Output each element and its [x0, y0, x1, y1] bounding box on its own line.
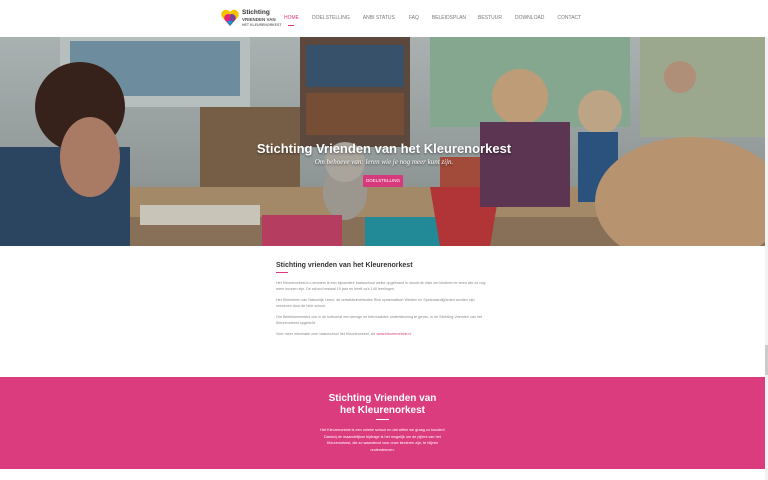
cta-section: Stichting Vrienden van het Kleurenorkest … [0, 377, 765, 469]
hero-banner: Stichting Vrienden van het Kleurenorkest… [0, 37, 768, 246]
nav-faq[interactable]: FAQ [409, 15, 419, 21]
logo-line-3: HET KLEURENORKEST [242, 23, 282, 27]
hero-subtitle: Om behoeve van: leren wie je nog meer ku… [314, 158, 454, 166]
doelstelling-button[interactable]: DOELSTELLING [363, 175, 403, 187]
page-footer-strip [0, 469, 768, 480]
about-paragraph-4-text: Voor meer informatie over basisschool he… [276, 332, 376, 336]
about-paragraph-2: Het Stimuleren van Natuurlijk Leren, de … [276, 298, 475, 308]
about-paragraph-1: Het Kleurenorkest in Lemmers is een bijz… [276, 281, 486, 291]
about-section: Stichting vrienden van het Kleurenorkest… [276, 262, 491, 342]
about-heading: Stichting vrienden van het Kleurenorkest [276, 262, 413, 269]
about-paragraph-3: Om Beleidsmeesters ook in de toekomst ee… [276, 315, 483, 325]
heading-underline [276, 272, 288, 273]
heart-logo-icon [221, 9, 239, 27]
nav-download[interactable]: DOWNLOAD [515, 15, 544, 21]
main-navigation: HOME DOELSTELLING ANBI STATUS FAQ BELEID… [284, 15, 581, 26]
cta-text: Het Kleurenorkest is een unieke school e… [320, 428, 445, 452]
cta-title-line-1: Stichting Vrienden van [328, 393, 437, 404]
kleurenorkest-link[interactable]: www.kleurenorkest.nl [376, 332, 411, 336]
nav-home[interactable]: HOME [284, 15, 299, 26]
nav-doelstelling[interactable]: DOELSTELLING [312, 15, 350, 21]
cta-title: Stichting Vrienden van het Kleurenorkest [0, 393, 765, 417]
site-header: Stichting VRIENDEN VAN HET KLEURENORKEST… [0, 0, 768, 38]
hero-title: Stichting Vrienden van het Kleurenorkest [256, 141, 512, 156]
logo-line-1: Stichting [242, 9, 270, 16]
cta-title-line-2: het Kleurenorkest [339, 405, 426, 416]
nav-bestuur[interactable]: BESTUUR [478, 15, 502, 21]
nav-anbi-status[interactable]: ANBI STATUS [363, 15, 395, 21]
nav-contact[interactable]: CONTACT [557, 15, 581, 21]
site-logo[interactable]: Stichting VRIENDEN VAN HET KLEURENORKEST [220, 8, 281, 30]
cta-divider [376, 419, 389, 420]
nav-beleidsplan[interactable]: BELEIDSPLAN [432, 15, 466, 21]
about-paragraph-4: Voor meer informatie over basisschool he… [276, 331, 491, 337]
logo-line-2: VRIENDEN VAN [242, 17, 276, 22]
